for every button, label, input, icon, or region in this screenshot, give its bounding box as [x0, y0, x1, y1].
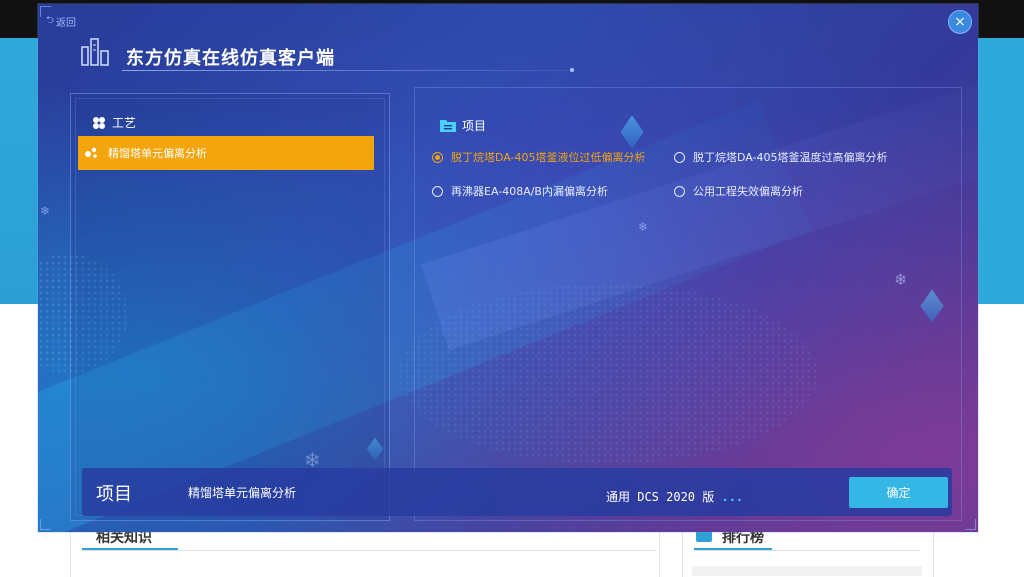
process-heading: 工艺 [112, 116, 137, 130]
radio-selected-icon [432, 151, 443, 163]
project-option-1[interactable]: 脱丁烷塔DA-405塔釜液位过低偏离分析 [432, 149, 646, 165]
project-section-header: 项目 [440, 117, 486, 134]
building-logo-icon [81, 38, 109, 66]
project-option-3[interactable]: 再沸器EA-408A/B内漏偏离分析 [432, 183, 608, 199]
back-link[interactable]: ⮌ 返回 [46, 13, 76, 30]
radio-icon [674, 151, 685, 163]
process-section-header: 工艺 [92, 114, 136, 131]
snowflake-icon: ❄ [40, 204, 51, 218]
project-option-label: 脱丁烷塔DA-405塔釜温度过高偏离分析 [693, 151, 888, 164]
project-option-label: 公用工程失效偏离分析 [693, 185, 803, 198]
title-underline [122, 70, 572, 71]
ranking-row [692, 566, 922, 576]
radio-icon [432, 185, 443, 197]
radio-icon [674, 185, 685, 197]
version-selector[interactable]: 通用 DCS 2020 版 ... [606, 488, 743, 505]
close-button[interactable]: × [948, 10, 972, 34]
clover-icon [93, 116, 105, 129]
version-more-icon: ... [721, 490, 744, 504]
confirm-button[interactable]: 确定 [849, 477, 948, 508]
project-heading: 项目 [462, 119, 487, 133]
selection-footer: 项目 精馏塔单元偏离分析 通用 DCS 2020 版 ... 确定 [82, 468, 952, 516]
back-label: 返回 [56, 18, 77, 29]
version-label: 通用 DCS 2020 版 [606, 490, 715, 504]
divider [82, 550, 656, 551]
molecule-icon [85, 147, 97, 158]
project-option-label: 再沸器EA-408A/B内漏偏离分析 [451, 185, 608, 198]
footer-label: 项目 [96, 484, 132, 505]
simulation-client-dialog: ❄ ❄ ❄ ❄ ⮌ 返回 × 东方仿真在线仿真客户端 工艺 精馏塔单元偏离分析 [38, 4, 978, 532]
back-arrow-icon: ⮌ [46, 15, 55, 26]
dialog-title: 东方仿真在线仿真客户端 [126, 48, 335, 69]
project-option-2[interactable]: 脱丁烷塔DA-405塔釜温度过高偏离分析 [674, 149, 888, 165]
folder-list-icon [440, 120, 456, 132]
process-item-label: 精馏塔单元偏离分析 [108, 147, 207, 160]
project-option-4[interactable]: 公用工程失效偏离分析 [674, 183, 803, 199]
footer-selected-value: 精馏塔单元偏离分析 [188, 486, 297, 500]
process-item-distillation[interactable]: 精馏塔单元偏离分析 [78, 136, 374, 170]
divider [694, 550, 920, 551]
project-option-label: 脱丁烷塔DA-405塔釜液位过低偏离分析 [451, 151, 646, 164]
